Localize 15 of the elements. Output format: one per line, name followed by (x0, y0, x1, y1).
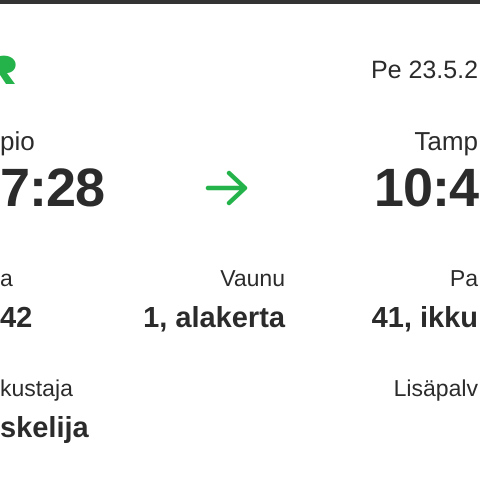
detail-value: 41, ikku (372, 301, 478, 336)
detail-value: 42 (0, 301, 32, 336)
detail-value: skelija (0, 411, 89, 446)
departure-time: 7:28 (0, 157, 104, 220)
detail-label: Pa (450, 264, 478, 292)
arrival-time: 10:4 (374, 157, 478, 220)
detail-value: 1, alakerta (143, 301, 285, 336)
destination-station: Tamp (414, 126, 478, 156)
detail-label: Vaunu (220, 264, 285, 292)
origin-station: pio (0, 126, 35, 156)
logo-icon (0, 54, 18, 86)
detail-label: Lisäpalv (394, 374, 478, 402)
detail-label: a (0, 264, 13, 292)
travel-date: Pe 23.5.2 (370, 55, 478, 86)
detail-label: kustaja (0, 374, 73, 402)
